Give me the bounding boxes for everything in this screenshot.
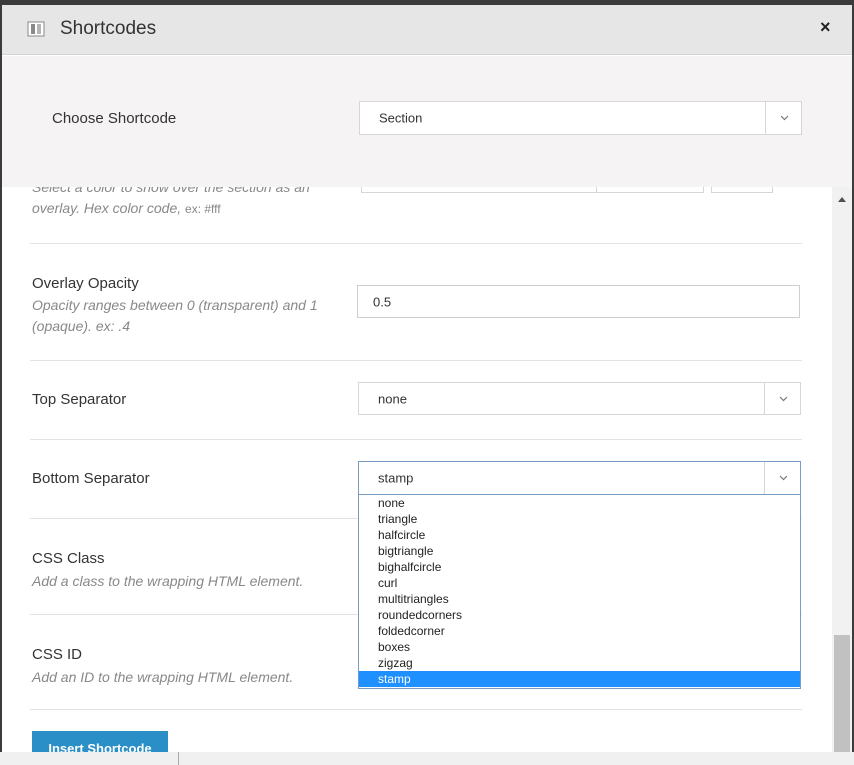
dropdown-option[interactable]: roundedcorners <box>359 607 800 623</box>
dropdown-option[interactable]: boxes <box>359 639 800 655</box>
overlay-color-desc: Select a color to show over the section … <box>32 187 310 216</box>
top-separator-value: none <box>378 391 407 406</box>
top-separator-label: Top Separator <box>32 391 127 408</box>
dropdown-option[interactable]: none <box>359 495 800 511</box>
overlay-opacity-row: Overlay Opacity Opacity ranges between 0… <box>30 243 802 360</box>
overlay-color-inputs[interactable] <box>361 187 704 193</box>
css-class-desc: Add a class to the wrapping HTML element… <box>32 573 304 589</box>
overlay-opacity-desc: Opacity ranges between 0 (transparent) a… <box>32 297 318 334</box>
scrollbar[interactable] <box>832 187 852 752</box>
dropdown-option[interactable]: zigzag <box>359 655 800 671</box>
overlay-color-extra-input[interactable] <box>711 187 773 193</box>
modal-header: Shortcodes × <box>2 5 852 55</box>
overlay-opacity-label: Overlay Opacity <box>32 275 139 292</box>
chevron-down-icon <box>764 462 800 494</box>
background-page <box>0 752 854 765</box>
dropdown-option[interactable]: foldedcorner <box>359 623 800 639</box>
scrollbar-thumb[interactable] <box>834 635 850 752</box>
shortcode-icon <box>27 21 45 37</box>
bottom-separator-select[interactable]: stamp <box>358 461 801 495</box>
modal-title: Shortcodes <box>60 18 157 39</box>
bottom-separator-value: stamp <box>378 470 414 486</box>
choose-shortcode-bar: Choose Shortcode Section <box>2 56 852 187</box>
bottom-separator-dropdown[interactable]: none triangle halfcircle bigtriangle bighalf… <box>358 494 801 689</box>
shortcodes-modal: Shortcodes × Choose Shortcode Section Se… <box>2 5 852 752</box>
bottom-separator-label: Bottom Separator <box>32 470 150 487</box>
scroll-up-arrow-icon[interactable] <box>838 197 846 202</box>
css-id-desc: Add an ID to the wrapping HTML element. <box>32 669 294 685</box>
dropdown-option[interactable]: triangle <box>359 511 800 527</box>
overlay-opacity-input[interactable]: 0.5 <box>357 285 800 318</box>
choose-shortcode-label: Choose Shortcode <box>52 110 177 127</box>
top-separator-row: Top Separator none <box>30 360 802 439</box>
dropdown-option[interactable]: multitriangles <box>359 591 800 607</box>
top-separator-select[interactable]: none <box>358 382 801 415</box>
shortcode-select[interactable]: Section <box>359 101 802 135</box>
form-scroll-area[interactable]: Select a color to show over the section … <box>2 187 832 752</box>
shortcode-select-value: Section <box>379 110 423 126</box>
chevron-down-icon <box>764 383 800 414</box>
dropdown-option[interactable]: bighalfcircle <box>359 559 800 575</box>
chevron-down-icon <box>765 102 801 134</box>
dropdown-option[interactable]: stamp <box>359 671 800 687</box>
dropdown-option[interactable]: curl <box>359 575 800 591</box>
insert-shortcode-button[interactable]: Insert Shortcode <box>32 731 168 752</box>
close-icon[interactable]: × <box>820 18 831 36</box>
dropdown-option[interactable]: bigtriangle <box>359 543 800 559</box>
dropdown-option[interactable]: halfcircle <box>359 527 800 543</box>
css-id-label: CSS ID <box>32 646 83 663</box>
css-class-label: CSS Class <box>32 550 105 567</box>
